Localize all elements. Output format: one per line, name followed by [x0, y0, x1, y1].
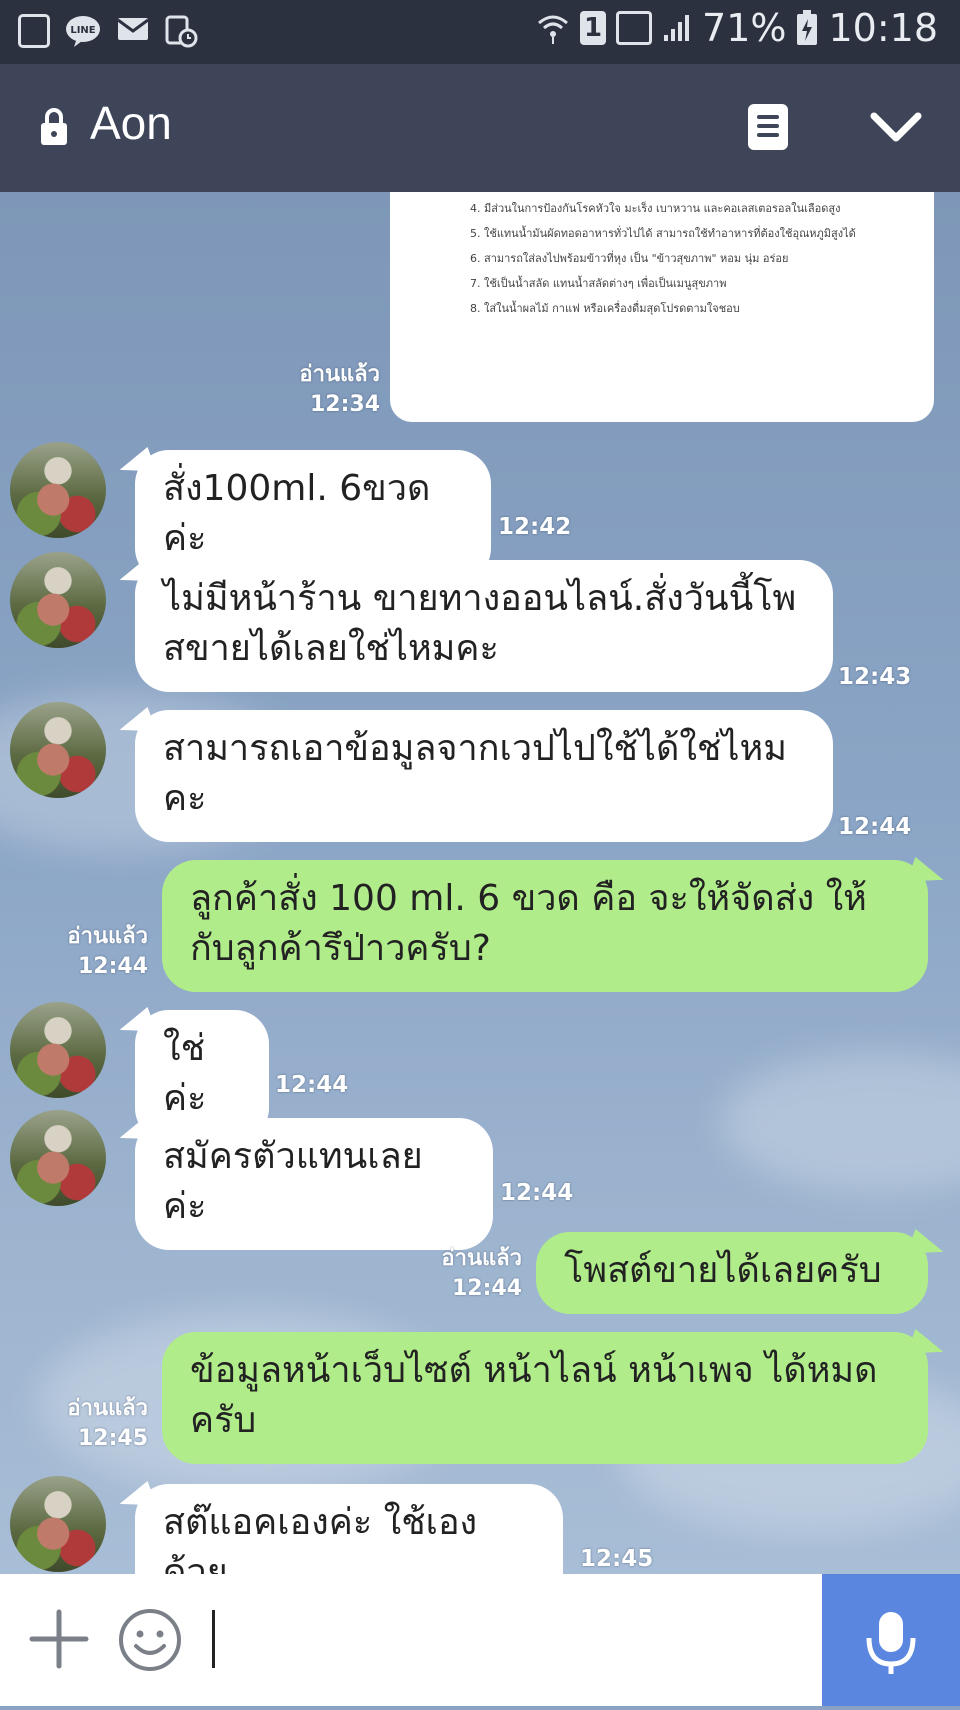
image-text-line: 5. ใช้แทนน้ำมันผัดทอดอาหารทั่วไปได้ สามา…: [470, 227, 856, 240]
status-bar: LINE 1 71% 10:18: [0, 0, 960, 64]
signal-icon: [664, 15, 690, 41]
read-receipt: อ่านแล้ว 12:44: [40, 922, 148, 982]
message-text: คะ: [163, 778, 207, 819]
clock: 10:18: [828, 6, 938, 50]
message-text: สขายได้เลยใช่ไหมคะ: [163, 628, 499, 669]
battery-charging-icon: [797, 10, 818, 45]
image-message-read: อ่านแล้ว 12:34: [270, 360, 380, 420]
image-text-line: 7. ใช้เป็นน้ำสลัด แทนน้ำสลัดต่างๆ เพื่อเ…: [470, 277, 727, 290]
avatar[interactable]: [10, 1002, 106, 1098]
chat-area[interactable]: 4. มีส่วนในการป้องกันโรคหัวใจ มะเร็ง เบา…: [0, 192, 960, 1574]
message-time: 12:44: [838, 814, 912, 840]
image-text-line: 4. มีส่วนในการป้องกันโรคหัวใจ มะเร็ง เบา…: [470, 202, 841, 215]
plus-icon[interactable]: [28, 1608, 90, 1670]
image-text-line: 6. สามารถใส่ลงไปพร้อมข้าวที่หุง เป็น "ข้…: [470, 252, 789, 265]
chevron-down-icon[interactable]: [868, 104, 924, 150]
message-text: ข้อมูลหน้าเว็บไซต์ หน้าไลน์ หน้าเพจ ได้ห…: [190, 1350, 878, 1391]
message-time: 12:45: [77, 1426, 148, 1451]
message-time: 12:34: [309, 392, 380, 417]
emoji-icon[interactable]: [118, 1608, 182, 1672]
message-text: สามารถเอาข้อมูลจากเวปไปใช้ได้ใช่ไหม: [163, 728, 787, 769]
avatar[interactable]: [10, 442, 106, 538]
message-time: 12:42: [498, 514, 572, 540]
message-text: ครับ: [190, 1400, 257, 1441]
outgoing-message[interactable]: โพสต์ขายได้เลยครับ: [536, 1232, 928, 1314]
message-time: 12:44: [500, 1180, 574, 1206]
image-message[interactable]: 4. มีส่วนในการป้องกันโรคหัวใจ มะเร็ง เบา…: [390, 192, 934, 422]
alarm-icon: [165, 15, 198, 48]
microphone-button[interactable]: [822, 1574, 960, 1706]
svg-text:LINE: LINE: [70, 25, 95, 36]
message-text: สต๊แอคเองค่ะ ใช้เองด้วย: [163, 1502, 478, 1574]
read-label: อ่านแล้ว: [441, 1246, 522, 1271]
message-time: 12:45: [580, 1546, 654, 1572]
message-text: ลูกค้าสั่ง 100 ml. 6 ขวด คือ จะให้จัดส่ง…: [190, 878, 867, 919]
wifi-icon: [538, 15, 568, 44]
microphone-icon: [866, 1612, 916, 1674]
message-text: กับลูกค้ารึป่าวครับ?: [190, 928, 491, 969]
notification-icons: LINE: [18, 14, 198, 48]
lock-icon: [41, 108, 67, 145]
message-time: 12:43: [838, 664, 912, 690]
avatar[interactable]: [10, 702, 106, 798]
read-label: อ่านแล้ว: [67, 924, 148, 949]
message-text: ใช่ค่ะ: [163, 1028, 207, 1119]
message-time: 12:44: [451, 1276, 522, 1301]
message-time: 12:44: [275, 1072, 349, 1098]
chat-header: Aon: [0, 64, 960, 192]
message-input[interactable]: [212, 1610, 215, 1668]
outgoing-message[interactable]: ข้อมูลหน้าเว็บไซต์ หน้าไลน์ หน้าเพจ ได้ห…: [162, 1332, 928, 1464]
read-label: อ่านแล้ว: [67, 1396, 148, 1421]
message-text: โพสต์ขายได้เลยครับ: [564, 1250, 882, 1291]
incoming-message[interactable]: สมัครตัวแทนเลยค่ะ: [135, 1118, 493, 1250]
battery-percent: 71%: [702, 6, 787, 50]
input-bar: [0, 1574, 960, 1706]
outgoing-message[interactable]: ลูกค้าสั่ง 100 ml. 6 ขวด คือ จะให้จัดส่ง…: [162, 860, 928, 992]
line-icon: LINE: [66, 16, 100, 47]
read-receipt: อ่านแล้ว 12:44: [420, 1244, 522, 1304]
system-status: 1 71% 10:18: [536, 6, 938, 50]
incoming-message[interactable]: ไม่มีหน้าร้าน ขายทางออนไลน์.สั่งวันนี้โพ…: [135, 560, 833, 692]
mail-icon: [117, 18, 149, 40]
notes-icon[interactable]: [748, 104, 788, 150]
message-text: สมัครตัวแทนเลยค่ะ: [163, 1136, 423, 1227]
chat-title[interactable]: Aon: [90, 96, 172, 150]
incoming-message[interactable]: สต๊แอคเองค่ะ ใช้เองด้วย: [135, 1484, 563, 1574]
message-time: 12:44: [77, 954, 148, 979]
incoming-message[interactable]: สามารถเอาข้อมูลจากเวปไปใช้ได้ใช่ไหมคะ: [135, 710, 833, 842]
read-label: อ่านแล้ว: [299, 362, 380, 387]
avatar[interactable]: [10, 552, 106, 648]
image-text-line: 8. ใส่ในน้ำผลไม้ กาแฟ หรือเครื่องดื่มสุด…: [470, 302, 740, 315]
gallery-icon: [18, 14, 50, 48]
message-text: ไม่มีหน้าร้าน ขายทางออนไลน์.สั่งวันนี้โพ: [163, 578, 797, 619]
message-text: สั่ง100ml. 6ขวดค่ะ: [163, 468, 431, 559]
avatar[interactable]: [10, 1110, 106, 1206]
signal-sim-icon: [616, 11, 653, 45]
read-receipt: อ่านแล้ว 12:45: [40, 1394, 148, 1454]
avatar[interactable]: [10, 1476, 106, 1572]
sim-badge: 1: [580, 11, 607, 45]
